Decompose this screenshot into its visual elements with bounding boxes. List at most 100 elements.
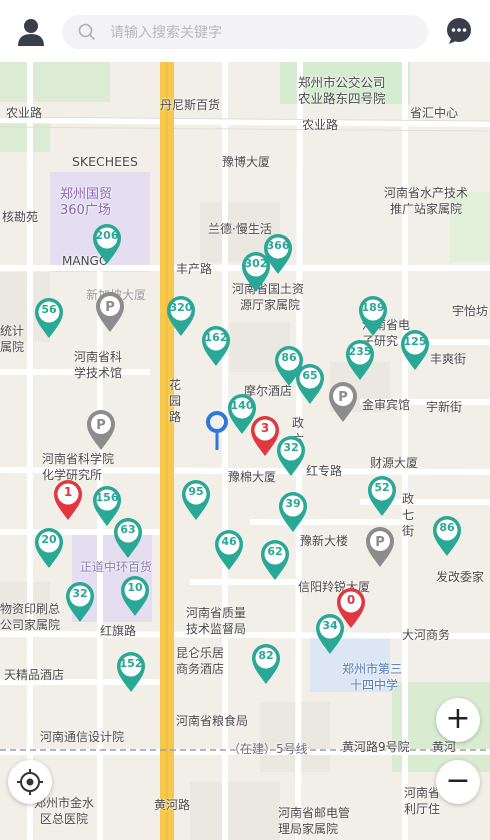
zoom-out-icon: − xyxy=(445,763,471,798)
user-icon[interactable] xyxy=(14,16,48,48)
zoom-out-button[interactable]: − xyxy=(436,760,480,804)
locate-button[interactable] xyxy=(8,760,52,804)
count-label: 0 xyxy=(346,593,356,607)
count-label: 235 xyxy=(348,345,372,358)
poi-label: 宇怡坊 xyxy=(452,304,489,318)
count-marker[interactable]: 189 xyxy=(356,294,390,338)
poi-label: 河南省科学院 xyxy=(42,452,115,466)
poi-label: 河南省质量 xyxy=(186,606,247,620)
road-label: 黄河路 xyxy=(154,798,191,812)
road-label: 农业路 xyxy=(302,118,339,132)
count-label: 189 xyxy=(361,301,385,314)
poi-label: 河南省粮食局 xyxy=(176,714,249,728)
poi-label: 河南通信设计院 xyxy=(40,730,125,744)
count-marker[interactable]: 302 xyxy=(239,250,273,294)
count-label: 32 xyxy=(72,587,88,600)
poi-label: 丹尼斯百货 xyxy=(160,98,221,112)
poi-label: 发改委家 xyxy=(436,570,485,584)
count-marker[interactable]: 63 xyxy=(111,516,145,560)
count-label: 63 xyxy=(120,523,136,536)
poi-label: 区总医院 xyxy=(40,812,89,826)
poi-label: 豫新大楼 xyxy=(300,534,349,548)
poi-label: 推广站家属院 xyxy=(390,202,463,216)
svg-text:P: P xyxy=(375,535,385,550)
poi-label: 省汇中心 xyxy=(410,106,459,120)
poi-label: 河南省科 xyxy=(74,350,123,364)
poi-label: 河南省邮电管 xyxy=(278,806,351,820)
poi-label: 正道中环百货 xyxy=(80,560,153,574)
map-view[interactable]: 郑州市公交公司 农业路东四号院 丹尼斯百货 农业路 农业路 省汇中心 SKECH… xyxy=(0,62,490,840)
count-label: 86 xyxy=(439,521,455,534)
count-marker[interactable]: 235 xyxy=(343,338,377,382)
parking-marker[interactable]: P xyxy=(326,380,360,424)
count-label: 1 xyxy=(63,485,73,499)
poi-label: 豫博大厦 xyxy=(222,155,271,169)
count-marker[interactable]: 52 xyxy=(365,474,399,518)
road-label: 花 xyxy=(169,378,182,392)
count-marker[interactable]: 206 xyxy=(90,222,124,266)
count-label: 125 xyxy=(403,335,427,348)
alert-count-marker[interactable]: 1 xyxy=(51,478,85,522)
count-marker[interactable]: 82 xyxy=(249,642,283,686)
top-bar xyxy=(0,0,490,62)
poi-label: 360广场 xyxy=(60,203,111,218)
count-marker[interactable]: 86 xyxy=(430,514,464,558)
count-marker[interactable]: 152 xyxy=(114,650,148,694)
poi-label: 学技术馆 xyxy=(74,366,123,380)
poi-label: 郑州国贸 xyxy=(60,187,113,202)
count-label: 20 xyxy=(41,533,57,546)
count-marker[interactable]: 320 xyxy=(164,294,198,338)
parking-marker[interactable]: P xyxy=(84,408,118,452)
road-label: 农业路 xyxy=(6,106,43,120)
count-label: 62 xyxy=(267,545,283,558)
count-marker[interactable]: 56 xyxy=(32,296,66,340)
zoom-in-button[interactable]: + xyxy=(436,698,480,742)
poi-label: 物资印刷总 xyxy=(0,602,61,616)
count-marker[interactable]: 65 xyxy=(293,362,327,406)
count-label: 10 xyxy=(127,581,143,594)
count-marker[interactable]: 32 xyxy=(63,580,97,624)
count-marker[interactable]: 95 xyxy=(179,478,213,522)
count-marker[interactable]: 39 xyxy=(276,490,310,534)
count-label: 156 xyxy=(95,491,119,504)
count-marker[interactable]: 10 xyxy=(118,574,152,618)
poi-label: 公司家属院 xyxy=(0,618,61,632)
count-marker[interactable]: 46 xyxy=(212,528,246,572)
poi-label: 核勘苑 xyxy=(2,210,39,224)
road-label: 红专路 xyxy=(306,464,343,478)
parking-marker[interactable]: P xyxy=(363,525,397,569)
road-label: 街 xyxy=(402,524,415,538)
parking-marker[interactable]: P xyxy=(93,290,127,334)
svg-text:P: P xyxy=(105,300,115,315)
count-marker[interactable]: 162 xyxy=(199,324,233,368)
count-marker[interactable]: 32 xyxy=(274,434,308,478)
poi-label: 农业路东四号院 xyxy=(298,91,386,106)
poi-label: 大河商务 xyxy=(402,628,451,642)
count-marker[interactable]: 125 xyxy=(398,328,432,372)
poi-label: 昆仑乐居 xyxy=(176,646,225,660)
search-bar[interactable] xyxy=(62,15,428,49)
count-label: 56 xyxy=(41,303,57,316)
road-label: 宇新街 xyxy=(426,400,463,414)
road-label: 七 xyxy=(402,508,415,522)
count-marker[interactable]: 34 xyxy=(313,612,347,656)
poi-label: 河南省 xyxy=(404,786,441,800)
count-label: 95 xyxy=(188,485,204,498)
count-label: 82 xyxy=(258,649,274,662)
poi-label: 黄河路9号院 xyxy=(342,740,410,754)
subway-label: （在建）5号线 xyxy=(228,742,308,756)
svg-text:P: P xyxy=(338,390,348,405)
road-label: 丰产路 xyxy=(176,262,213,276)
poi-label: 河南省水产技术 xyxy=(384,186,469,200)
road-label: 丰爽街 xyxy=(430,352,467,366)
poi-label: 十四中学 xyxy=(350,678,399,692)
road-label: 政 xyxy=(402,492,415,506)
search-input[interactable] xyxy=(108,20,412,46)
count-marker[interactable]: 20 xyxy=(32,526,66,570)
count-label: 3 xyxy=(260,421,270,435)
chat-icon[interactable] xyxy=(445,17,473,45)
count-marker[interactable]: 62 xyxy=(258,538,292,582)
locate-icon xyxy=(17,769,43,795)
search-icon xyxy=(78,23,96,41)
poi-label: 郑州市公交公司 xyxy=(298,75,386,90)
